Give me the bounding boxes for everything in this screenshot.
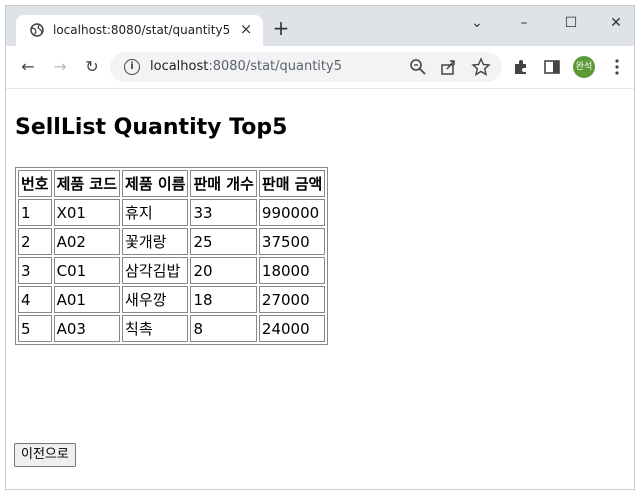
table-cell: 20 xyxy=(190,257,257,284)
table-cell: 3 xyxy=(18,257,52,284)
column-header: 판매 개수 xyxy=(190,170,257,197)
table-row: 1 X01 휴지 33 990000 xyxy=(18,199,326,226)
kebab-menu-icon[interactable] xyxy=(607,57,627,77)
table-cell: 새우깡 xyxy=(122,286,189,313)
browser-toolbar: ← → ↻ i localhost:8080/stat/quantity5 완석 xyxy=(6,46,634,89)
browser-window: localhost:8080/stat/quantity5 × + ⌄ – ☐ … xyxy=(5,5,635,490)
zoom-icon[interactable] xyxy=(408,57,428,77)
table-cell: A02 xyxy=(53,228,121,255)
column-header: 제품 이름 xyxy=(122,170,189,197)
table-cell: 18000 xyxy=(258,257,326,284)
close-window-button[interactable]: ✕ xyxy=(596,10,634,36)
table-cell: 8 xyxy=(190,315,257,342)
tab-search-dropdown-icon[interactable]: ⌄ xyxy=(457,10,497,36)
table-cell: 삼각김밥 xyxy=(122,257,189,284)
share-icon[interactable] xyxy=(439,57,459,77)
column-header: 번호 xyxy=(18,170,52,197)
table-header-row: 번호 제품 코드 제품 이름 판매 개수 판매 금액 xyxy=(18,170,326,197)
table-cell: 33 xyxy=(190,199,257,226)
table-row: 5 A03 칙촉 8 24000 xyxy=(18,315,326,342)
table-row: 3 C01 삼각김밥 20 18000 xyxy=(18,257,326,284)
site-info-icon[interactable]: i xyxy=(124,59,140,75)
table-cell: 27000 xyxy=(258,286,326,313)
table-cell: 1 xyxy=(18,199,52,226)
back-to-previous-button[interactable]: 이전으로 xyxy=(14,443,76,467)
globe-icon xyxy=(30,23,44,37)
table-cell: A01 xyxy=(53,286,121,313)
table-cell: C01 xyxy=(53,257,121,284)
table-cell: 24000 xyxy=(258,315,326,342)
table-cell: 칙촉 xyxy=(122,315,189,342)
table-cell: 2 xyxy=(18,228,52,255)
sales-table: 번호 제품 코드 제품 이름 판매 개수 판매 금액 1 X01 휴지 33 9… xyxy=(15,167,329,345)
table-cell: 18 xyxy=(190,286,257,313)
extensions-puzzle-icon[interactable] xyxy=(511,57,531,77)
table-cell: 4 xyxy=(18,286,52,313)
table-row: 4 A01 새우깡 18 27000 xyxy=(18,286,326,313)
table-row: 2 A02 꽃개랑 25 37500 xyxy=(18,228,326,255)
table-cell: 5 xyxy=(18,315,52,342)
maximize-button[interactable]: ☐ xyxy=(551,10,591,36)
page-title: SellList Quantity Top5 xyxy=(15,115,288,140)
url-text: localhost:8080/stat/quantity5 xyxy=(150,59,342,74)
tab-active[interactable]: localhost:8080/stat/quantity5 × xyxy=(16,15,263,46)
page-content: SellList Quantity Top5 번호 제품 코드 제품 이름 판매… xyxy=(6,89,634,489)
back-arrow-icon[interactable]: ← xyxy=(18,57,38,77)
minimize-button[interactable]: – xyxy=(504,10,544,36)
side-panel-icon[interactable] xyxy=(542,57,562,77)
profile-avatar[interactable]: 완석 xyxy=(573,56,595,78)
tab-strip: localhost:8080/stat/quantity5 × + ⌄ – ☐ … xyxy=(6,6,634,46)
table-cell: 37500 xyxy=(258,228,326,255)
bookmark-star-icon[interactable] xyxy=(471,57,491,77)
close-tab-icon[interactable]: × xyxy=(237,20,255,38)
table-cell: A03 xyxy=(53,315,121,342)
reload-icon[interactable]: ↻ xyxy=(82,57,102,77)
table-cell: 휴지 xyxy=(122,199,189,226)
table-cell: 990000 xyxy=(258,199,326,226)
new-tab-button[interactable]: + xyxy=(270,17,292,39)
table-cell: X01 xyxy=(53,199,121,226)
table-cell: 꽃개랑 xyxy=(122,228,189,255)
table-cell: 25 xyxy=(190,228,257,255)
column-header: 판매 금액 xyxy=(258,170,326,197)
tab-title: localhost:8080/stat/quantity5 xyxy=(53,23,231,37)
column-header: 제품 코드 xyxy=(53,170,121,197)
forward-arrow-icon[interactable]: → xyxy=(50,57,70,77)
